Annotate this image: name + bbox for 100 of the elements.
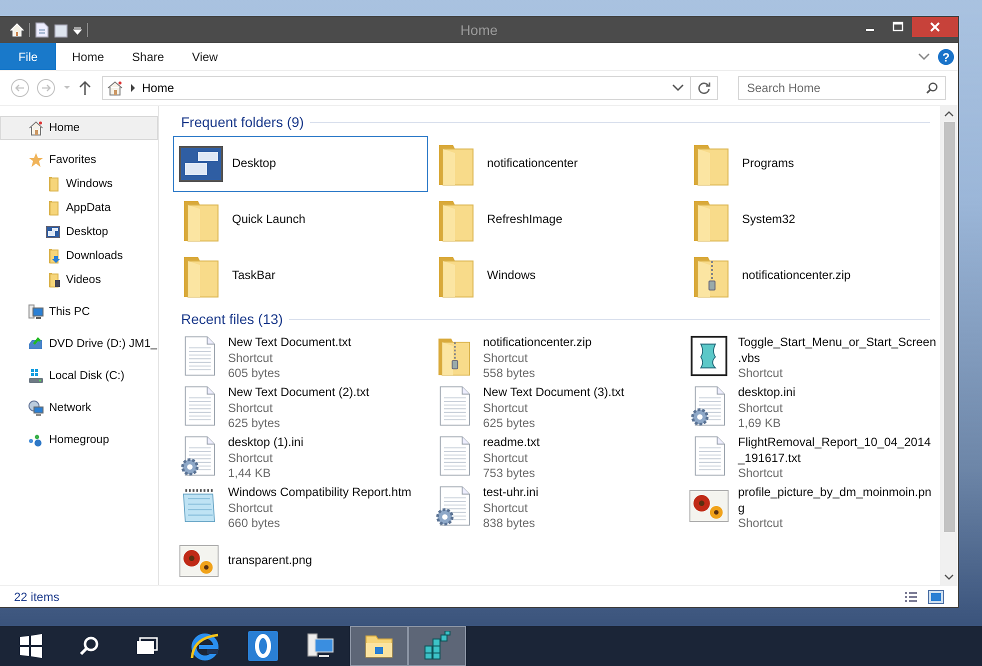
file-detail: Shortcut xyxy=(483,500,529,516)
disk-drive-icon xyxy=(28,368,44,384)
file-tile[interactable]: Programs xyxy=(683,136,938,192)
network-icon xyxy=(28,400,44,416)
file-tile[interactable]: System32 xyxy=(683,192,938,248)
file-name: desktop (1).ini xyxy=(228,435,304,450)
nav-item[interactable]: This PC xyxy=(0,300,158,324)
search-field[interactable]: Search Home xyxy=(738,76,946,100)
file-detail: Shortcut xyxy=(738,400,784,416)
file-tile[interactable]: FlightRemoval_Report_10_04_2014_191617.txt Shortcut xyxy=(683,433,938,483)
address-bar[interactable]: Home xyxy=(102,76,718,100)
windows-logo-icon xyxy=(18,633,44,659)
nav-item[interactable]: Favorites xyxy=(0,148,158,172)
file-tile[interactable]: New Text Document (2).txt Shortcut 625 bytes xyxy=(173,383,428,433)
nav-item[interactable]: Local Disk (C:) xyxy=(0,364,158,388)
file-name: notificationcenter.zip xyxy=(742,268,852,284)
nav-item[interactable]: Windows xyxy=(0,172,158,196)
help-icon[interactable]: ? xyxy=(938,48,954,64)
up-arrow-icon[interactable] xyxy=(78,80,92,96)
windows-stack-icon xyxy=(135,636,159,656)
file-detail: 1,69 KB xyxy=(738,416,782,432)
file-tile[interactable]: profile_picture_by_dm_moinmoin.png Shortcut xyxy=(683,483,938,533)
nav-item[interactable]: Home xyxy=(0,116,158,140)
address-path: Home xyxy=(142,81,174,95)
file-tile[interactable]: notificationcenter xyxy=(428,136,683,192)
file-tile[interactable]: New Text Document (3).txt Shortcut 625 bytes xyxy=(428,383,683,433)
file-tile[interactable]: Quick Launch xyxy=(173,192,428,248)
file-name: Desktop xyxy=(232,156,278,172)
refresh-icon[interactable] xyxy=(697,81,711,95)
file-name: Programs xyxy=(742,156,796,172)
file-tile[interactable]: Windows Compatibility Report.htm Shortcut 660 bytes xyxy=(173,483,428,533)
window-title: Home xyxy=(460,22,498,38)
file-tile[interactable]: RefreshImage xyxy=(428,192,683,248)
file-tile[interactable]: transparent.png xyxy=(173,533,428,585)
chevron-down-icon[interactable] xyxy=(672,84,684,92)
file-detail: Shortcut xyxy=(483,400,529,416)
folder-icon xyxy=(364,633,394,659)
file-name: transparent.png xyxy=(228,553,314,569)
star-icon xyxy=(28,152,44,168)
script-file-icon xyxy=(688,335,730,377)
nav-item[interactable]: Downloads xyxy=(0,244,158,268)
item-count: 22 items xyxy=(14,590,60,604)
file-detail: Shortcut xyxy=(228,450,274,466)
close-button[interactable] xyxy=(912,17,958,37)
file-tile[interactable]: Windows xyxy=(428,248,683,304)
file-detail: 605 bytes xyxy=(228,366,282,382)
file-name: FlightRemoval_Report_10_04_2014_191617.txt xyxy=(738,435,932,466)
file-tile[interactable]: Desktop xyxy=(173,136,428,192)
nav-item[interactable]: AppData xyxy=(0,196,158,220)
file-detail: Shortcut xyxy=(228,350,274,366)
file-tile[interactable]: desktop (1).ini Shortcut 1,44 KB xyxy=(173,433,428,483)
scroll-up-icon[interactable] xyxy=(944,110,954,118)
file-detail: Shortcut xyxy=(483,350,529,366)
file-tile[interactable]: test-uhr.ini Shortcut 838 bytes xyxy=(428,483,683,533)
file-detail: Shortcut xyxy=(738,366,784,382)
properties-icon[interactable] xyxy=(35,22,49,38)
file-tile[interactable]: notificationcenter.zip xyxy=(683,248,938,304)
large-icons-view-icon[interactable] xyxy=(928,590,944,604)
file-tile[interactable]: notificationcenter.zip Shortcut 558 bytes xyxy=(428,333,683,383)
file-name: New Text Document (2).txt xyxy=(228,385,370,400)
desktop-icon xyxy=(45,224,61,240)
ribbon-tab[interactable]: Home xyxy=(58,43,118,70)
nav-item[interactable]: DVD Drive (D:) JM1_ xyxy=(0,332,158,356)
file-name: TaskBar xyxy=(232,268,276,284)
computer-icon xyxy=(28,304,44,320)
nav-item[interactable]: Network xyxy=(0,396,158,420)
ribbon-tab[interactable]: Share xyxy=(118,43,178,70)
file-tile[interactable]: New Text Document.txt Shortcut 605 bytes xyxy=(173,333,428,383)
file-tile[interactable]: Toggle_Start_Menu_or_Start_Screen.vbs Shortcut xyxy=(683,333,938,383)
nav-item[interactable]: Homegroup xyxy=(0,428,158,452)
file-tile[interactable]: desktop.ini Shortcut 1,69 KB xyxy=(683,383,938,433)
chevron-right-icon xyxy=(130,84,136,92)
file-name: profile_picture_by_dm_moinmoin.png xyxy=(738,485,932,516)
scroll-down-icon[interactable] xyxy=(944,573,954,581)
file-name: test-uhr.ini xyxy=(483,485,540,500)
nav-item[interactable]: Desktop xyxy=(0,220,158,244)
chevron-down-icon[interactable] xyxy=(918,52,930,60)
house-icon[interactable] xyxy=(10,23,24,37)
registry-editor-button[interactable] xyxy=(408,626,466,666)
file-name: New Text Document.txt xyxy=(228,335,352,350)
file-tile[interactable]: readme.txt Shortcut 753 bytes xyxy=(428,433,683,483)
file-detail: Shortcut xyxy=(738,516,784,532)
section-heading[interactable]: Frequent folders (9) xyxy=(173,114,304,130)
caret-icon[interactable] xyxy=(73,26,82,34)
file-name: New Text Document (3).txt xyxy=(483,385,626,400)
search-icon xyxy=(926,82,938,94)
search-icon xyxy=(78,635,100,657)
section-heading[interactable]: Recent files (13) xyxy=(173,311,283,327)
file-tile[interactable]: TaskBar xyxy=(173,248,428,304)
nav-item[interactable]: Videos xyxy=(0,268,158,292)
file-detail: Shortcut xyxy=(738,466,784,482)
file-name: Windows Compatibility Report.htm xyxy=(228,485,412,500)
file-detail: 1,44 KB xyxy=(228,466,272,482)
details-view-icon[interactable] xyxy=(904,590,918,602)
ribbon-tab[interactable]: View xyxy=(178,43,232,70)
file-detail: Shortcut xyxy=(228,500,274,516)
scrollbar[interactable] xyxy=(940,106,958,585)
cubes-icon xyxy=(422,631,452,661)
house-icon xyxy=(28,120,44,136)
file-explorer-button[interactable] xyxy=(350,626,408,666)
